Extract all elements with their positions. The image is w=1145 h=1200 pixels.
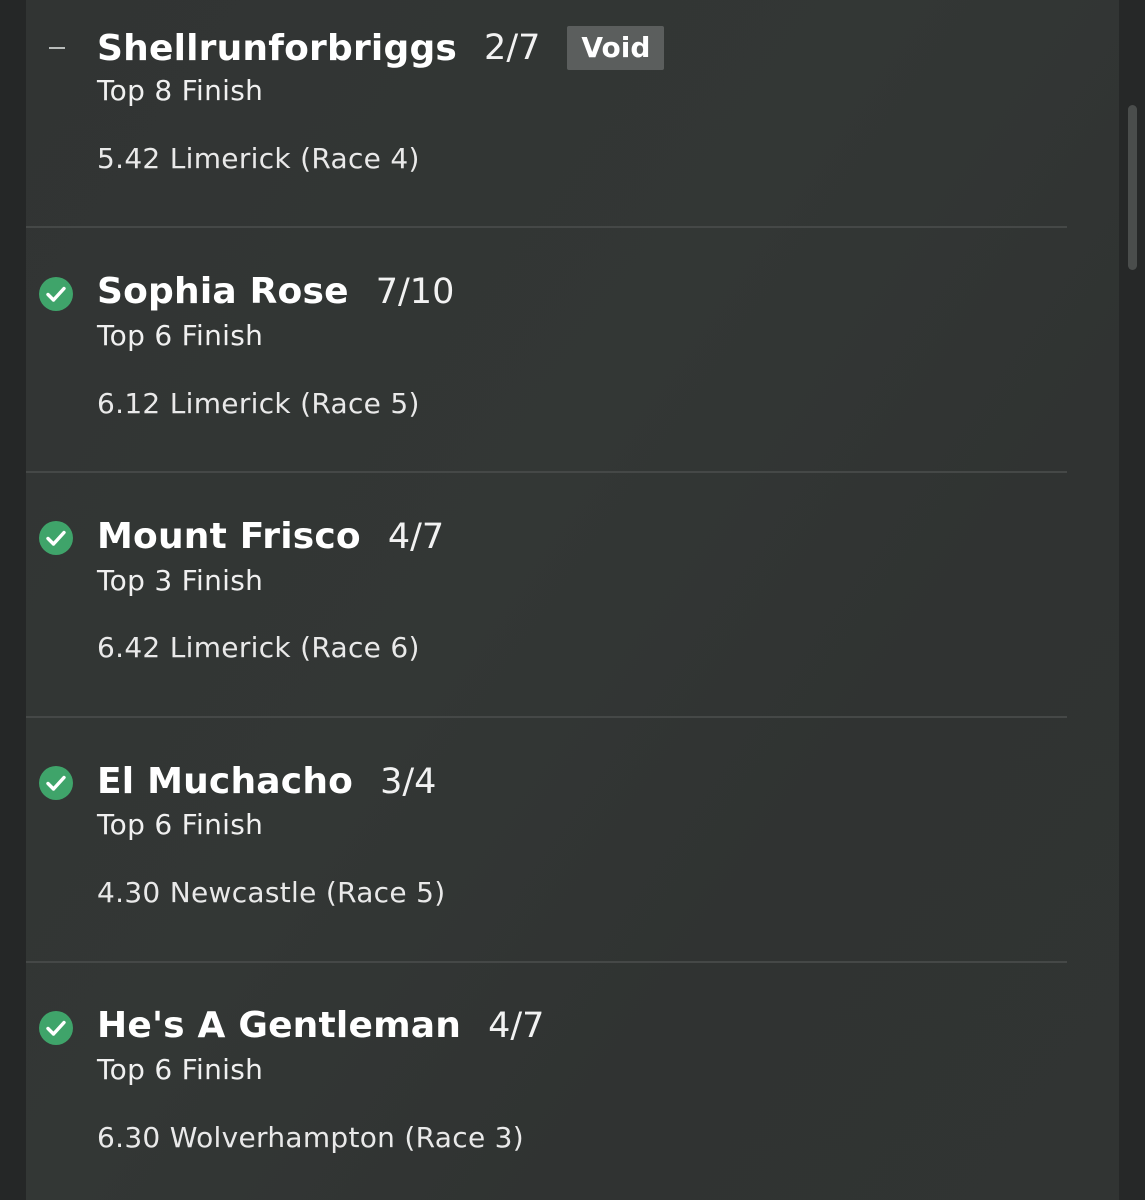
check-circle-icon xyxy=(39,521,73,555)
odds: 4/7 xyxy=(387,516,445,557)
market-name: Top 6 Finish xyxy=(97,319,264,352)
check-circle-icon xyxy=(39,277,73,311)
market-name: Top 3 Finish xyxy=(97,564,264,597)
odds: 7/10 xyxy=(375,271,455,312)
market-name: Top 6 Finish xyxy=(97,1053,264,1086)
divider xyxy=(26,961,1067,963)
runner-name: Mount Frisco xyxy=(97,516,361,557)
event-name: 4.30 Newcastle (Race 5) xyxy=(97,876,446,909)
market-name: Top 8 Finish xyxy=(97,74,264,107)
selection-header: Sophia Rose 7/10 xyxy=(97,271,454,312)
divider xyxy=(26,226,1067,228)
event-name: 6.42 Limerick (Race 6) xyxy=(97,631,420,664)
scrollbar[interactable] xyxy=(1128,105,1137,270)
selection-header: Shellrunforbriggs 2/7 Void xyxy=(97,26,665,70)
selection-header: He's A Gentleman 4/7 xyxy=(97,1005,544,1046)
selection-header: El Muchacho 3/4 xyxy=(97,761,436,802)
event-name: 6.30 Wolverhampton (Race 3) xyxy=(97,1121,525,1154)
runner-name: Sophia Rose xyxy=(97,271,349,312)
event-name: 5.42 Limerick (Race 4) xyxy=(97,142,420,175)
bet-details-page: Shellrunforbriggs 2/7 Void Top 8 Finish … xyxy=(0,0,1145,1200)
void-badge: Void xyxy=(567,26,665,70)
runner-name: Shellrunforbriggs xyxy=(97,27,458,69)
odds: 2/7 xyxy=(484,28,541,68)
check-circle-icon xyxy=(39,1011,73,1045)
event-name: 6.12 Limerick (Race 5) xyxy=(97,387,420,420)
divider xyxy=(26,716,1067,718)
runner-name: El Muchacho xyxy=(97,761,354,802)
dash-icon xyxy=(39,31,73,65)
runner-name: He's A Gentleman xyxy=(97,1005,462,1046)
market-name: Top 6 Finish xyxy=(97,808,264,841)
left-edge xyxy=(0,0,26,1200)
odds: 3/4 xyxy=(380,761,437,802)
divider xyxy=(26,471,1067,473)
check-circle-icon xyxy=(39,766,73,800)
odds: 4/7 xyxy=(488,1005,545,1046)
selection-header: Mount Frisco 4/7 xyxy=(97,516,444,557)
